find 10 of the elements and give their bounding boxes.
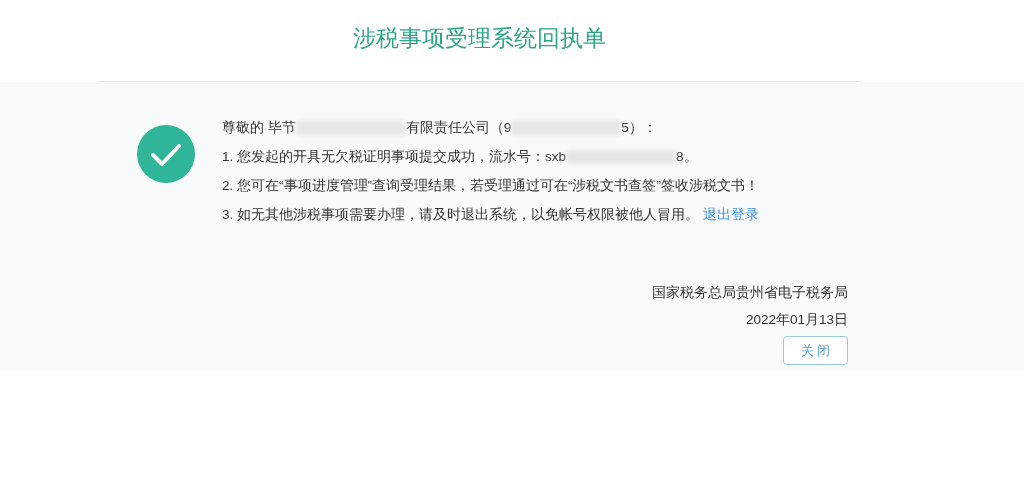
- message-line: 1. 您发起的开具无欠税证明事项提交成功，流水号：sxb 8。: [222, 148, 699, 167]
- signature-text: 国家税务总局贵州省电子税务局: [652, 284, 848, 302]
- logout-link[interactable]: 退出登录: [703, 207, 759, 222]
- message-line: 2. 您可在“事项进度管理”查询受理结果，若受理通过可在“涉税文书查签”签收涉税文书！: [222, 177, 759, 195]
- message-line: 尊敬的 毕节 有限责任公司（9 5）：: [222, 119, 658, 138]
- check-icon: [137, 125, 195, 183]
- close-button[interactable]: 关 闭: [783, 336, 848, 365]
- date-text: 2022年01月13日: [745, 311, 848, 329]
- message-line: 3. 如无其他涉税事项需要办理，请及时退出系统，以免帐号权限被他人冒用。 退出登录: [222, 206, 759, 224]
- receipt-title: 涉税事项受理系统回执单: [353, 24, 606, 54]
